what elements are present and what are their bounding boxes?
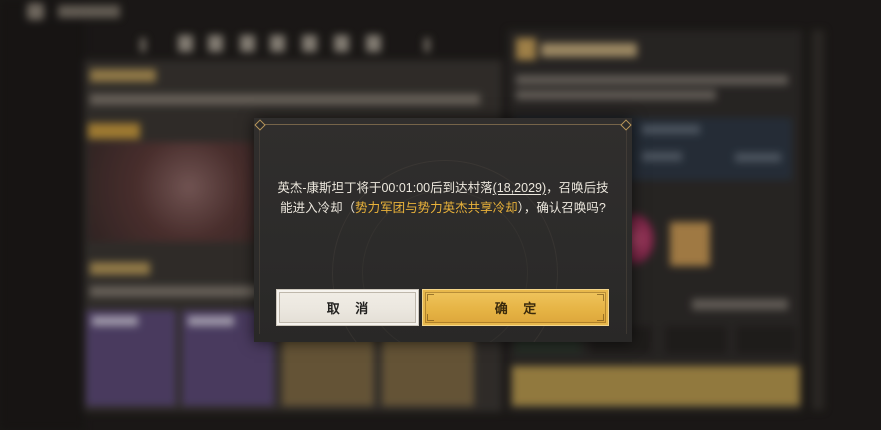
button-corner-ornament: [427, 294, 434, 301]
dialog-side-border: [626, 126, 627, 334]
message-text: ，召唤后技: [546, 181, 609, 195]
message-text: 英杰-康斯坦丁将于00:01:00后到达村落: [277, 181, 493, 195]
cancel-button[interactable]: 取 消: [276, 289, 419, 326]
summon-confirm-dialog: 英杰-康斯坦丁将于00:01:00后到达村落(18,2029)，召唤后技 能进入…: [254, 118, 632, 342]
confirm-button[interactable]: 确 定: [422, 289, 609, 326]
message-line-2: 能进入冷却（势力军团与势力英杰共享冷却），确认召唤吗?: [254, 198, 632, 218]
location-coordinates-link[interactable]: (18,2029): [493, 181, 547, 195]
dialog-side-border: [259, 126, 260, 334]
button-corner-ornament: [427, 314, 434, 321]
message-line-1: 英杰-康斯坦丁将于00:01:00后到达村落(18,2029)，召唤后技: [254, 178, 632, 198]
dialog-message: 英杰-康斯坦丁将于00:01:00后到达村落(18,2029)，召唤后技 能进入…: [254, 178, 632, 218]
button-corner-ornament: [597, 294, 604, 301]
button-corner-ornament: [597, 314, 604, 321]
cooldown-highlight-text: 势力军团与势力英杰共享冷却: [355, 201, 518, 215]
cancel-button-label: 取 消: [326, 301, 375, 316]
confirm-button-label: 确 定: [494, 301, 543, 316]
message-text: ），确认召唤吗?: [517, 201, 606, 215]
corner-diamond-icon: [620, 119, 632, 131]
corner-diamond-icon: [254, 119, 266, 131]
dialog-top-border: [260, 124, 626, 125]
message-text: 能进入冷却（: [280, 201, 356, 215]
